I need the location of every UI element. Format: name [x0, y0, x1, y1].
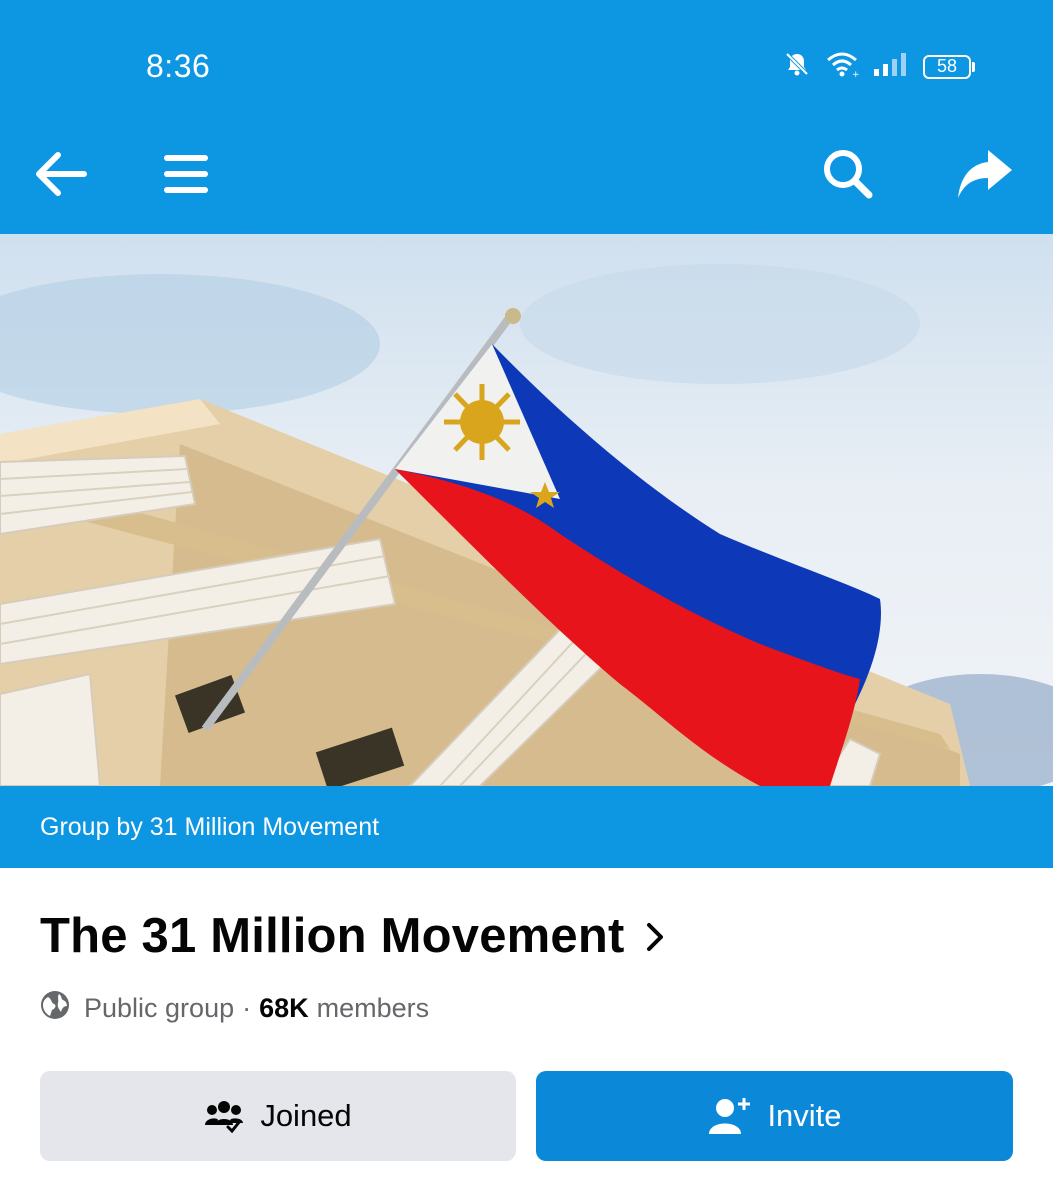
joined-label: Joined [260, 1098, 352, 1133]
battery-level: 58 [923, 54, 971, 79]
joined-button[interactable]: Joined [40, 1071, 516, 1161]
menu-icon [164, 155, 208, 193]
meta-separator: · [242, 993, 252, 1023]
search-icon [824, 150, 873, 199]
group-title-link[interactable]: The 31 Million Movement [40, 908, 665, 964]
share-button[interactable] [952, 142, 1016, 206]
group-by-bar[interactable]: Group by 31 Million Movement [0, 786, 1053, 868]
back-button[interactable] [28, 142, 92, 206]
battery-icon: 58 [923, 54, 975, 79]
group-title: The 31 Million Movement [40, 909, 625, 963]
top-bar [0, 118, 1053, 234]
cover-photo[interactable] [0, 234, 1053, 786]
wifi-icon: + [825, 50, 860, 83]
menu-button[interactable] [154, 142, 218, 206]
member-label: members [316, 993, 430, 1023]
invite-button[interactable]: Invite [536, 1071, 1013, 1161]
privacy-label: Public group [84, 993, 235, 1023]
group-meta: Public group · 68K members [40, 990, 429, 1027]
notifications-off-icon [783, 50, 811, 83]
signal-icon [873, 51, 909, 82]
status-time: 8:36 [146, 48, 211, 84]
status-bar: 8:36 + 58 [0, 0, 1053, 118]
add-person-icon [707, 1096, 751, 1136]
share-icon [958, 150, 1012, 198]
svg-text:+: + [852, 70, 859, 78]
invite-label: Invite [767, 1098, 842, 1133]
cover-illustration [0, 264, 1053, 786]
globe-icon [40, 990, 70, 1027]
group-by-text: Group by 31 Million Movement [40, 813, 380, 841]
member-count: 68K [259, 993, 309, 1023]
status-icons: + 58 [783, 50, 975, 83]
back-arrow-icon [36, 152, 87, 196]
group-joined-icon [204, 1099, 244, 1133]
chevron-right-icon [645, 921, 665, 958]
search-button[interactable] [816, 142, 880, 206]
